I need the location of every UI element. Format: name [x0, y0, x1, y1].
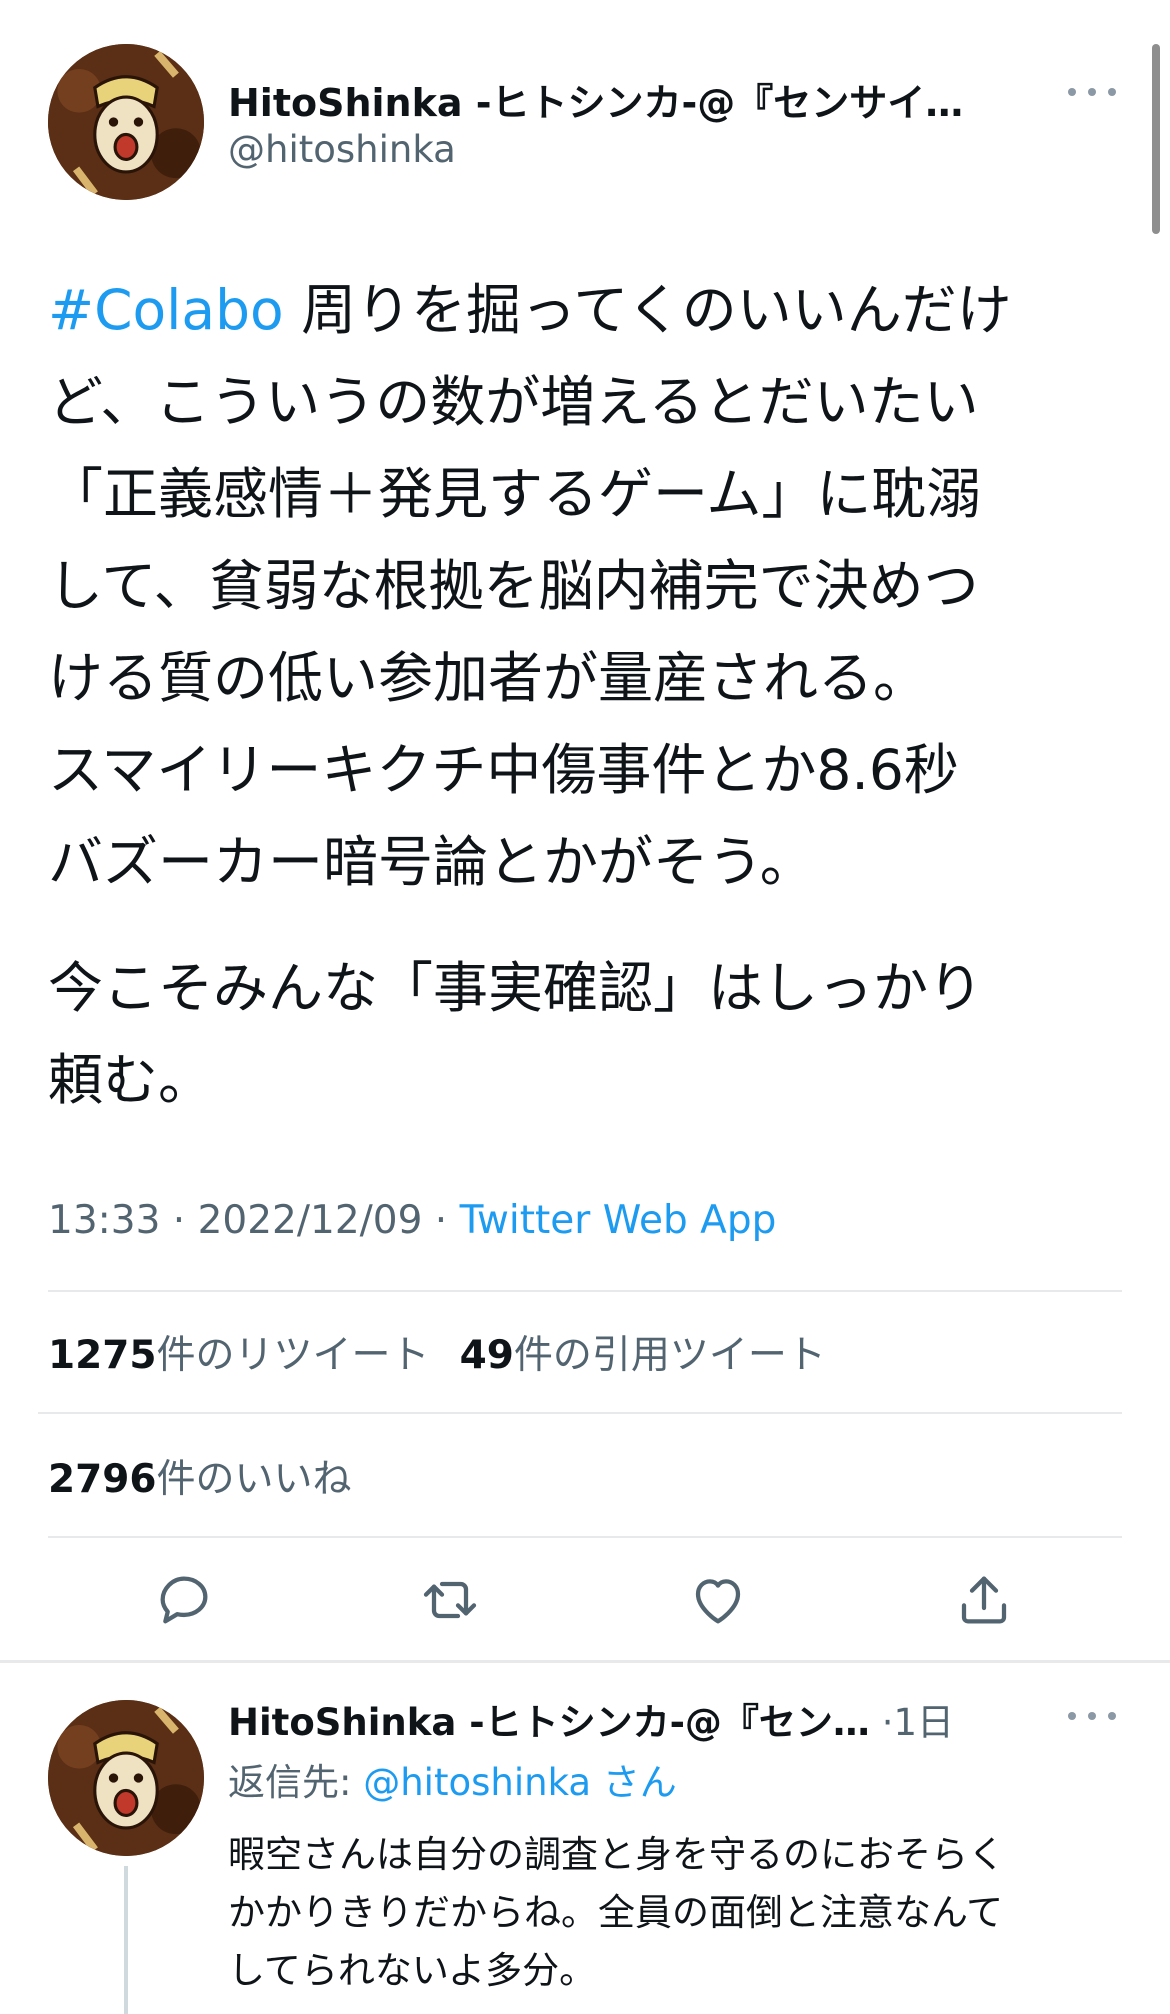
- tweet-line: ける質の低い参加者が量産される。: [48, 646, 929, 710]
- author-avatar[interactable]: [48, 44, 204, 200]
- author-handle[interactable]: @hitoshinka: [228, 128, 456, 171]
- reply-line: してられないよ多分。: [228, 1949, 597, 1992]
- tweet-date[interactable]: 2022/12/09: [198, 1198, 423, 1243]
- tweet-line: 頼む。: [48, 1048, 214, 1112]
- replying-to: 返信先: @hitoshinka さん: [228, 1761, 677, 1804]
- likes-stat[interactable]: 2796件のいいね: [48, 1457, 352, 1502]
- reply-line: かかりきりだからね。全員の面倒と注意なんて: [228, 1891, 1004, 1934]
- avatar-illustration-icon: [48, 1700, 204, 1856]
- tweet-line: 今こそみんな「事実確認」はしっかり: [48, 956, 984, 1020]
- tweet-text: #Colabo 周りを掘ってくのいいんだけ ど、こういうの数が増えるとだいたい …: [48, 264, 1108, 908]
- reply-more-options-icon[interactable]: [1068, 1696, 1116, 1736]
- reply-author-avatar[interactable]: [48, 1700, 204, 1856]
- scrollbar[interactable]: [1152, 44, 1160, 234]
- stats-row-likes: 2796件のいいね: [48, 1448, 352, 1504]
- reply-text: 暇空さんは自分の調査と身を守るのにおそらく かかりきりだからね。全員の面倒と注意…: [228, 1826, 1128, 2000]
- hashtag-link[interactable]: #Colabo: [48, 278, 284, 342]
- avatar-illustration-icon: [48, 44, 204, 200]
- more-options-icon[interactable]: [1068, 72, 1116, 112]
- retweets-stat[interactable]: 1275件のリツイート: [48, 1333, 430, 1378]
- stats-row-retweets: 1275件のリツイート 49件の引用ツイート: [48, 1324, 826, 1380]
- tweet-line: バズーカー暗号論とかがそう。: [48, 830, 815, 894]
- tweet-line: スマイリーキクチ中傷事件とか8.6秒: [48, 738, 959, 802]
- share-icon[interactable]: [952, 1568, 1016, 1632]
- tweet-line: #Colabo 周りを掘ってくのいいんだけ: [48, 278, 1012, 342]
- divider: [38, 1412, 1122, 1414]
- reply-to-mention-link[interactable]: @hitoshinka: [363, 1761, 591, 1804]
- reply-time[interactable]: 1日: [893, 1701, 954, 1744]
- divider: [48, 1290, 1122, 1292]
- divider: [48, 1536, 1122, 1538]
- retweet-icon[interactable]: [418, 1568, 482, 1632]
- thread-connector-line: [124, 1866, 128, 2014]
- reply-icon[interactable]: [152, 1568, 216, 1632]
- tweet-detail-screen: HitoShinka -ヒトシンカ-@『センサイ… @hitoshinka #C…: [0, 0, 1170, 2014]
- author-name[interactable]: HitoShinka -ヒトシンカ-@『センサイ…: [228, 72, 963, 127]
- tweet-time[interactable]: 13:33: [48, 1198, 160, 1243]
- divider: [0, 1660, 1170, 1663]
- tweet-source-link[interactable]: Twitter Web App: [460, 1198, 777, 1243]
- reply-line: 暇空さんは自分の調査と身を守るのにおそらく: [228, 1833, 1005, 1876]
- tweet-meta: 13:33 · 2022/12/09 · Twitter Web App: [48, 1198, 777, 1243]
- tweet-text-paragraph-2: 今こそみんな「事実確認」はしっかり 頼む。: [48, 942, 1108, 1126]
- tweet-line: して、貧弱な根拠を脳内補完で決めつ: [48, 554, 979, 618]
- tweet-line: ど、こういうの数が増えるとだいたい: [48, 370, 979, 434]
- reply-author-name[interactable]: HitoShinka -ヒトシンカ-@『セン…: [228, 1701, 870, 1744]
- reply-header: HitoShinka -ヒトシンカ-@『セン… ·1日: [228, 1701, 955, 1744]
- like-icon[interactable]: [686, 1568, 750, 1632]
- tweet-line: 「正義感情＋発見するゲーム」に耽溺: [48, 462, 982, 526]
- quotes-stat[interactable]: 49件の引用ツイート: [460, 1333, 826, 1378]
